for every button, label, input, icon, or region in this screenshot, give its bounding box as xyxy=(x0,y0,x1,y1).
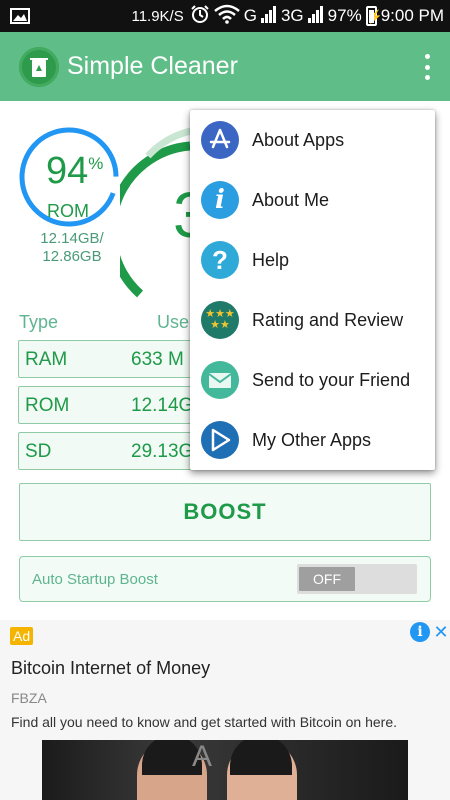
network-type-1: G xyxy=(243,6,257,25)
menu-item-about-me[interactable]: i About Me xyxy=(190,170,435,230)
play-store-icon xyxy=(201,421,239,459)
ad-image[interactable]: A xyxy=(42,740,408,800)
boost-button[interactable]: BOOST xyxy=(19,483,431,541)
app-title: Simple Cleaner xyxy=(67,52,238,80)
app-bar: Simple Cleaner xyxy=(0,32,450,101)
rom-percent: 94% xyxy=(46,150,104,192)
rom-label: ROM xyxy=(47,201,89,221)
help-icon: ? xyxy=(201,241,239,279)
info-icon: i xyxy=(201,181,239,219)
ad-badge: Ad xyxy=(10,627,34,645)
network-type-2: 3G xyxy=(280,6,304,25)
ad-title[interactable]: Bitcoin Internet of Money xyxy=(11,658,210,679)
clock: 9:00 PM xyxy=(380,6,444,25)
menu-item-about-apps[interactable]: About Apps xyxy=(190,110,435,170)
signal-icon-2 xyxy=(307,5,324,28)
battery-percent: 97% xyxy=(327,6,362,25)
menu-item-my-other-apps[interactable]: My Other Apps xyxy=(190,410,435,470)
column-used-header: Use xyxy=(157,312,190,332)
trash-can-logo-icon xyxy=(19,46,59,87)
app-store-icon xyxy=(201,121,239,159)
auto-startup-toggle[interactable]: OFF xyxy=(297,564,417,594)
ad-banner[interactable]: Ad i ✕ Bitcoin Internet of Money FBZA Fi… xyxy=(0,620,450,800)
auto-startup-label: Auto Startup Boost xyxy=(32,571,158,588)
network-speed: 11.9K/S xyxy=(131,7,184,25)
status-bar: 11.9K/S G 3G 97% ⚡ 9:00 PM xyxy=(0,0,450,32)
ad-description: Find all you need to know and get starte… xyxy=(11,714,398,730)
table-row-sd: SD 29.13G xyxy=(18,432,208,470)
toggle-knob: OFF xyxy=(299,567,355,591)
ad-info-icon[interactable]: i xyxy=(410,622,430,642)
menu-item-send-to-friend[interactable]: Send to your Friend xyxy=(190,350,435,410)
auto-startup-boost-row: Auto Startup Boost OFF xyxy=(19,556,431,602)
ad-image-letter: A xyxy=(192,740,213,773)
stars-icon: ★★★ ★★ xyxy=(201,301,239,339)
wifi-icon xyxy=(213,4,240,29)
alarm-icon xyxy=(190,4,210,29)
column-type-header: Type xyxy=(19,312,59,332)
ad-advertiser: FBZA xyxy=(11,690,47,706)
rom-size: 12.14GB/ 12.86GB xyxy=(40,230,104,265)
gallery-notification-icon xyxy=(0,8,40,24)
overflow-popup-menu: About Apps i About Me ? Help ★★★ ★★ Ratin… xyxy=(190,110,435,470)
ad-close-icon[interactable]: ✕ xyxy=(432,622,450,642)
mail-icon xyxy=(201,361,239,399)
menu-item-rating-and-review[interactable]: ★★★ ★★ Rating and Review xyxy=(190,290,435,350)
overflow-menu-button[interactable] xyxy=(418,54,436,80)
signal-icon-1 xyxy=(260,5,277,28)
battery-icon: ⚡ xyxy=(365,6,383,26)
table-row-rom: ROM 12.14G xyxy=(18,386,208,424)
table-row-ram: RAM 633 M xyxy=(18,340,208,378)
menu-item-help[interactable]: ? Help xyxy=(190,230,435,290)
